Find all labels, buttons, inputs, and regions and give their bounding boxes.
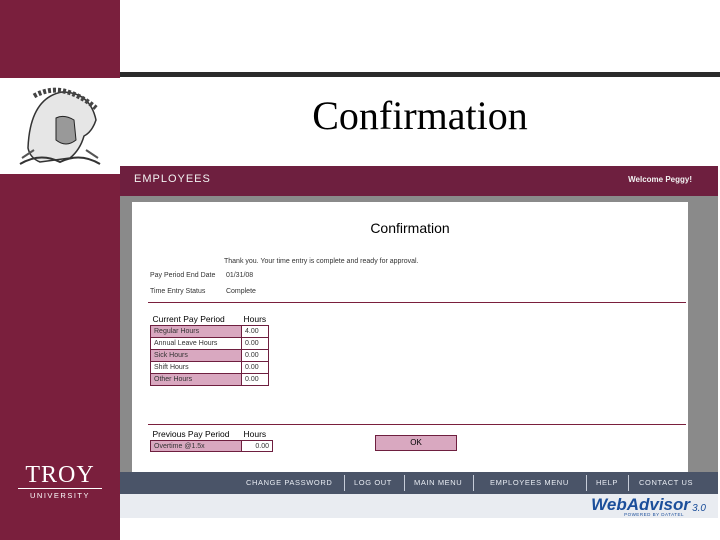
powered-by: POWERED BY DATATEL [624, 512, 684, 517]
table-row: Shift Hours 0.00 [150, 361, 269, 374]
nav-separator [628, 475, 629, 491]
trojan-logo [0, 78, 120, 174]
hours-label: Overtime @1.5x [150, 440, 242, 452]
hours-value: 0.00 [241, 361, 269, 374]
troy-logo-subtitle: UNIVERSITY [18, 488, 102, 500]
page-title: Confirmation [370, 220, 450, 236]
previous-period-heading: Previous Pay Period [152, 429, 230, 439]
nav-separator [473, 475, 474, 491]
footer: WebAdvisor 3.0 POWERED BY DATATEL [120, 494, 718, 518]
nav-separator [404, 475, 405, 491]
nav-log-out[interactable]: LOG OUT [354, 478, 392, 487]
ok-button[interactable]: OK [375, 435, 457, 451]
webadvisor-version: 3.0 [692, 503, 706, 514]
hours-value: 4.00 [241, 325, 269, 338]
bottom-nav: CHANGE PASSWORD LOG OUT MAIN MENU EMPLOY… [120, 472, 718, 494]
current-period-header: Current Pay Period Hours [151, 314, 269, 326]
hours-label: Shift Hours [150, 361, 242, 374]
nav-main-menu[interactable]: MAIN MENU [414, 478, 462, 487]
table-row: Regular Hours 4.00 [150, 325, 269, 338]
end-date-row: Pay Period End Date 01/31/08 [150, 272, 253, 279]
hours-label: Other Hours [150, 373, 242, 386]
hours-value: 0.00 [241, 337, 269, 350]
confirmation-panel: Confirmation Thank you. Your time entry … [132, 202, 688, 472]
current-hours-heading: Hours [243, 314, 267, 324]
nav-change-password[interactable]: CHANGE PASSWORD [246, 478, 332, 487]
previous-period-header: Previous Pay Period Hours [151, 429, 273, 441]
troy-university-logo: TROY UNIVERSITY [12, 462, 108, 500]
status-label: Time Entry Status [150, 288, 206, 295]
nav-separator [586, 475, 587, 491]
table-row: Other Hours 0.00 [150, 373, 269, 386]
end-date-label: Pay Period End Date [150, 272, 216, 279]
nav-separator [344, 475, 345, 491]
nav-help[interactable]: HELP [596, 478, 618, 487]
divider [148, 424, 686, 425]
nav-employees-menu[interactable]: EMPLOYEES MENU [490, 478, 569, 487]
hours-label: Sick Hours [150, 349, 242, 362]
module-header: EMPLOYEES Welcome Peggy! [120, 166, 718, 196]
previous-hours-heading: Hours [243, 429, 267, 439]
current-period-heading: Current Pay Period [152, 314, 225, 324]
table-row: Sick Hours 0.00 [150, 349, 269, 362]
trojan-helmet-icon [19, 87, 101, 165]
hours-value: 0.00 [241, 349, 269, 362]
troy-logo-name: TROY [25, 462, 95, 488]
hours-label: Annual Leave Hours [150, 337, 242, 350]
previous-period-table: Previous Pay Period Hours Overtime @1.5x… [150, 429, 273, 452]
webadvisor-screenshot: EMPLOYEES Welcome Peggy! Confirmation Th… [120, 166, 718, 518]
hours-label: Regular Hours [150, 325, 242, 338]
slide-title: Confirmation [312, 93, 528, 138]
table-row: Overtime @1.5x 0.00 [150, 440, 273, 452]
divider [148, 302, 686, 303]
confirmation-message: Thank you. Your time entry is complete a… [224, 258, 419, 265]
module-title: EMPLOYEES [134, 173, 211, 185]
table-row: Annual Leave Hours 0.00 [150, 337, 269, 350]
slide-title-rule [120, 72, 720, 77]
status-value: Complete [225, 288, 256, 295]
current-period-table: Current Pay Period Hours Regular Hours 4… [150, 314, 269, 386]
end-date-value: 01/31/08 [225, 272, 254, 279]
hours-value: 0.00 [241, 373, 269, 386]
hours-value: 0.00 [241, 440, 273, 452]
status-row: Time Entry Status Complete [150, 288, 256, 295]
nav-contact-us[interactable]: CONTACT US [639, 478, 693, 487]
welcome-message: Welcome Peggy! [628, 175, 692, 184]
